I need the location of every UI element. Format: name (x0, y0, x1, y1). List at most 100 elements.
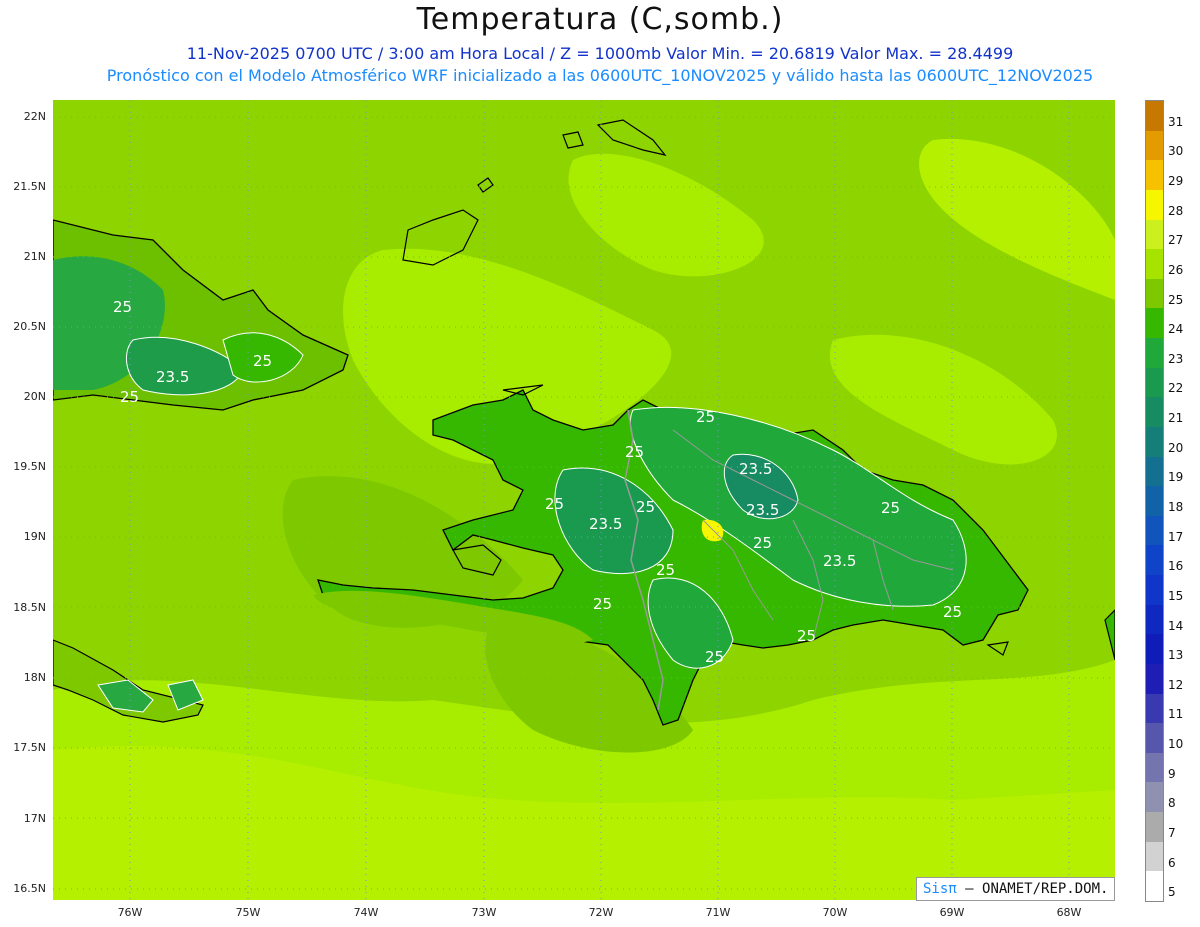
colorbar-swatch (1146, 130, 1163, 161)
colorbar-tick-label: 28 (1168, 203, 1184, 218)
colorbar-tick-label: 9 (1168, 766, 1176, 781)
lon-label: 70W (822, 906, 848, 919)
lat-label: 17N (23, 812, 46, 825)
colorbar-swatch (1146, 663, 1163, 694)
colorbar-swatch (1146, 545, 1163, 575)
colorbar-swatch (1146, 367, 1163, 398)
colorbar-tick-label: 27 (1168, 233, 1184, 248)
lon-label: 71W (705, 906, 731, 919)
colorbar-tick-label: 17 (1168, 529, 1184, 544)
colorbar-swatch (1146, 426, 1163, 457)
contour-label: 25 (705, 648, 724, 666)
contour-label: 25 (753, 534, 772, 552)
contour-label: 23.5 (746, 501, 779, 519)
colorbar-swatch (1146, 101, 1163, 131)
lat-label: 18.5N (13, 601, 46, 614)
map-subtitle-model: Pronóstico con el Modelo Atmosférico WRF… (106, 66, 1094, 85)
colorbar-swatch (1146, 812, 1163, 842)
colorbar-swatch (1146, 338, 1163, 368)
lat-label: 17.5N (13, 741, 46, 754)
contour-label: 25 (113, 298, 132, 316)
colorbar-tick-label: 24 (1168, 322, 1184, 337)
colorbar-swatch (1146, 693, 1163, 724)
contour-label: 23.5 (589, 515, 622, 533)
contour-label: 25 (943, 603, 962, 621)
colorbar-tick-label: 7 (1168, 825, 1176, 840)
colorbar-tick-label: 13 (1168, 648, 1184, 663)
colorbar-tick-label: 31 (1168, 114, 1184, 129)
lon-label: 75W (235, 906, 261, 919)
colorbar-swatch (1146, 604, 1163, 635)
credit-box: Sisπ – ONAMET/REP.DOM. (916, 877, 1116, 901)
colorbar-tick-label: 6 (1168, 855, 1176, 870)
colorbar (1145, 100, 1164, 902)
contour-label: 23.5 (739, 460, 772, 478)
colorbar-tick-label: 26 (1168, 262, 1184, 277)
lat-label: 22N (23, 110, 46, 123)
colorbar-tick-label: 14 (1168, 618, 1184, 633)
lat-label: 20N (23, 390, 46, 403)
contour-label: 25 (797, 627, 816, 645)
credit-text: – ONAMET/REP.DOM. (965, 881, 1109, 897)
colorbar-swatch (1146, 515, 1163, 546)
lat-label: 21.5N (13, 180, 46, 193)
contour-label: 25 (593, 595, 612, 613)
contour-label: 25 (545, 495, 564, 513)
colorbar-swatch (1146, 397, 1163, 427)
lon-label: 68W (1056, 906, 1082, 919)
contour-label: 25 (625, 443, 644, 461)
colorbar-swatch (1146, 219, 1163, 250)
lat-label: 19.5N (13, 460, 46, 473)
colorbar-swatch (1146, 782, 1163, 812)
contour-label: 25 (253, 352, 272, 370)
colorbar-swatch (1146, 871, 1163, 901)
colorbar-tick-label: 11 (1168, 707, 1184, 722)
contour-label: 25 (656, 561, 675, 579)
colorbar-tick-label: 5 (1168, 885, 1176, 900)
map-title: Temperatura (C,somb.) (416, 2, 784, 37)
colorbar-tick-label: 15 (1168, 588, 1184, 603)
contour-label: 23.5 (156, 368, 189, 386)
colorbar-swatch (1146, 456, 1163, 487)
contour-label: 25 (696, 408, 715, 426)
lon-label: 76W (117, 906, 143, 919)
colorbar-tick-label: 18 (1168, 500, 1184, 514)
contour-label: 25 (881, 499, 900, 517)
lat-label: 16.5N (13, 882, 46, 895)
temperature-map: 25 23.5 25 25 25 25 23.5 25 23.5 25 23.5… (53, 100, 1115, 900)
lon-label: 72W (588, 906, 614, 919)
colorbar-swatch (1146, 486, 1163, 516)
colorbar-swatch (1146, 723, 1163, 753)
colorbar-tick-label: 8 (1168, 796, 1176, 811)
lon-label: 74W (353, 906, 379, 919)
colorbar-swatch (1146, 160, 1163, 190)
colorbar-tick-label: 16 (1168, 559, 1184, 574)
colorbar-swatch (1146, 752, 1163, 783)
colorbar-tick-label: 10 (1168, 737, 1184, 752)
lat-label: 20.5N (13, 320, 46, 333)
contour-label: 25 (636, 498, 655, 516)
colorbar-tick-label: 20 (1168, 440, 1184, 455)
colorbar-swatch (1146, 575, 1163, 605)
colorbar-swatch (1146, 308, 1163, 338)
colorbar-swatch (1146, 189, 1163, 220)
map-subtitle-validity: 11-Nov-2025 0700 UTC / 3:00 am Hora Loca… (186, 44, 1014, 63)
colorbar-tick-label: 23 (1168, 351, 1184, 366)
colorbar-tick-label: 30 (1168, 144, 1184, 159)
lat-label: 18N (23, 671, 46, 684)
colorbar-tick-label: 29 (1168, 174, 1184, 189)
colorbar-tick-label: 22 (1168, 381, 1184, 396)
colorbar-swatch (1146, 249, 1163, 279)
colorbar-swatch (1146, 278, 1163, 309)
colorbar-tick-label: 12 (1168, 677, 1184, 692)
lon-label: 69W (939, 906, 965, 919)
colorbar-tick-label: 25 (1168, 292, 1184, 307)
contour-label: 23.5 (823, 552, 856, 570)
sispi-logo: Sisπ (923, 881, 957, 897)
contour-label: 25 (120, 388, 139, 406)
lat-label: 19N (23, 530, 46, 543)
map-canvas: 25 23.5 25 25 25 25 23.5 25 23.5 25 23.5… (53, 100, 1115, 900)
lon-label: 73W (471, 906, 497, 919)
lat-label: 21N (23, 250, 46, 263)
colorbar-swatch (1146, 841, 1163, 872)
